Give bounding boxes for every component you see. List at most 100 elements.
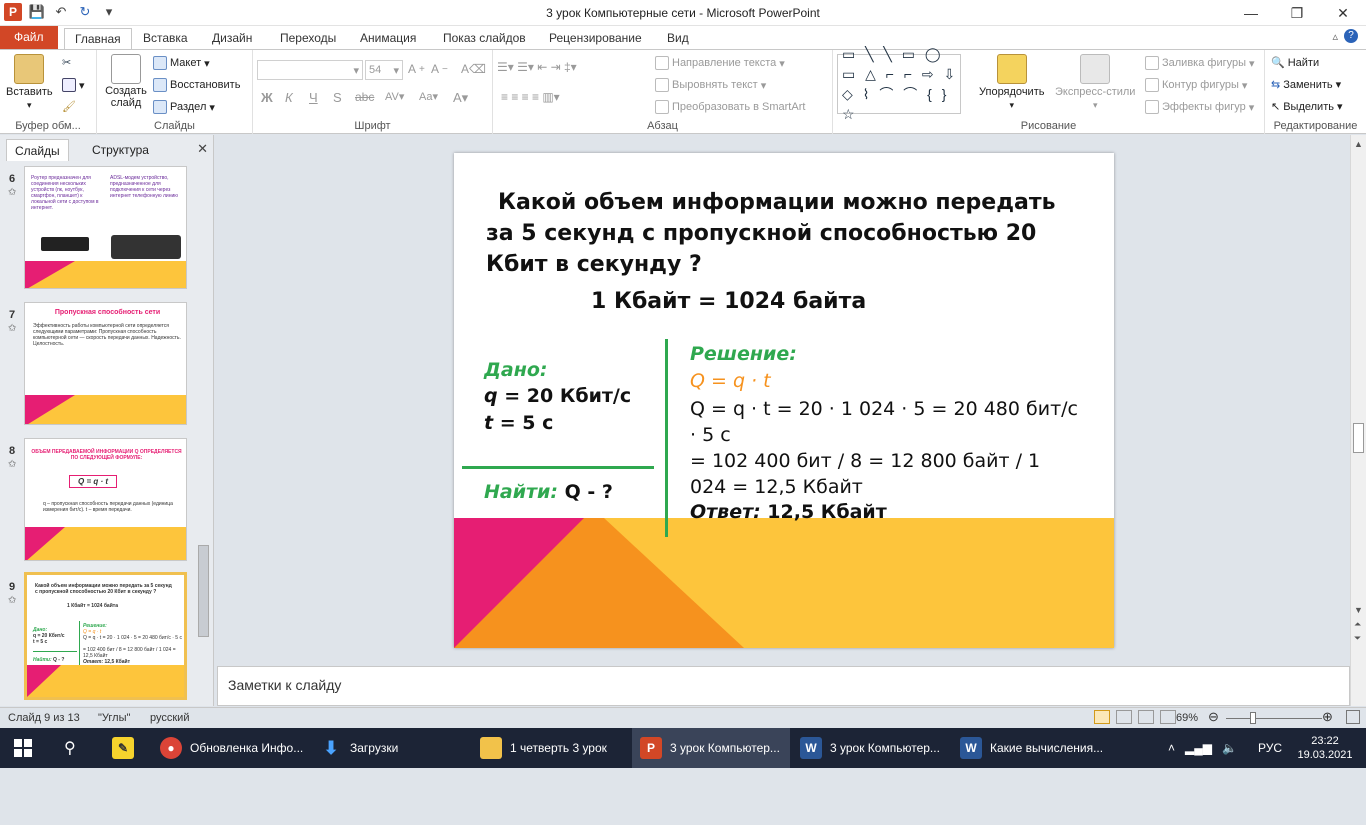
- close-icon[interactable]: ✕: [1320, 0, 1366, 26]
- reading-view-icon[interactable]: [1138, 710, 1154, 724]
- smartart-button[interactable]: Преобразовать в SmartArt: [655, 100, 805, 114]
- keyboard-language[interactable]: РУС: [1258, 728, 1298, 768]
- close-pane-icon[interactable]: ✕: [197, 141, 208, 157]
- underline-button[interactable]: Ч: [309, 90, 318, 105]
- notes-area[interactable]: Заметки к слайду: [217, 666, 1350, 706]
- sticky-notes-button[interactable]: ✎: [104, 728, 148, 768]
- pane-scroll-thumb[interactable]: [198, 545, 209, 637]
- slide-scroll-thumb[interactable]: [1353, 423, 1364, 453]
- tab-slideshow[interactable]: Показ слайдов: [433, 28, 536, 49]
- network-icon[interactable]: ▂▄▆: [1185, 741, 1212, 755]
- clock[interactable]: 23:22 19.03.2021: [1294, 728, 1356, 768]
- theme-name[interactable]: "Углы": [98, 712, 130, 724]
- volume-icon[interactable]: 🔈: [1222, 741, 1237, 755]
- font-size-select[interactable]: 54 ▾: [365, 60, 403, 80]
- find-button[interactable]: 🔍 Найти: [1271, 56, 1319, 70]
- tab-view[interactable]: Вид: [657, 28, 699, 49]
- start-button[interactable]: [6, 728, 50, 768]
- outline-icon: [1145, 78, 1159, 92]
- previous-slide-icon[interactable]: ⏶: [1354, 619, 1361, 630]
- align-buttons[interactable]: ≡ ≡ ≡ ≡ ▥▾: [501, 90, 560, 104]
- zoom-slider[interactable]: [1226, 718, 1322, 719]
- taskbar-item-chrome[interactable]: ● Обновленка Инфо...: [152, 728, 310, 768]
- copy-icon: [62, 78, 76, 92]
- zoom-slider-handle[interactable]: [1250, 712, 1256, 724]
- zoom-in-icon[interactable]: ⊕: [1322, 709, 1333, 725]
- section-button[interactable]: Раздел ▾: [153, 100, 215, 114]
- tab-outline[interactable]: Структура: [84, 139, 157, 161]
- slide-number: 8: [9, 445, 16, 457]
- text-direction-icon: [655, 56, 669, 70]
- search-icon[interactable]: ⚲: [56, 728, 96, 768]
- format-painter-button[interactable]: 🖌: [62, 100, 76, 113]
- copy-button[interactable]: ▾: [62, 78, 85, 92]
- zoom-out-icon[interactable]: ⊖: [1208, 709, 1219, 725]
- collapse-ribbon-icon[interactable]: ▵: [1332, 30, 1338, 43]
- taskbar-item-word-1[interactable]: W3 урок Компьютер...: [792, 728, 950, 768]
- tab-home[interactable]: Главная: [64, 28, 132, 49]
- help-icon[interactable]: ?: [1344, 29, 1358, 43]
- bold-button[interactable]: Ж: [261, 90, 273, 105]
- given-t: t = 5 с: [484, 412, 554, 434]
- italic-button[interactable]: К: [285, 90, 293, 105]
- quick-styles-icon: [1080, 54, 1111, 84]
- shape-outline-button[interactable]: Контур фигуры ▾: [1145, 78, 1247, 92]
- tab-insert[interactable]: Вставка: [133, 28, 198, 49]
- clear-format-button[interactable]: A⌫: [461, 62, 486, 76]
- chevron-down-icon: ▾: [27, 100, 32, 110]
- tab-design[interactable]: Дизайн: [202, 28, 262, 49]
- strikethrough-button[interactable]: abc: [355, 90, 374, 104]
- slide-thumbnail-6[interactable]: Роутер предназначен для соединения неско…: [24, 166, 187, 289]
- replace-button[interactable]: ⇆ Заменить ▾: [1271, 78, 1341, 92]
- cut-button[interactable]: ✂: [62, 56, 71, 69]
- select-button[interactable]: ↖ Выделить ▾: [1271, 100, 1343, 114]
- tab-transitions[interactable]: Переходы: [270, 28, 346, 49]
- minimize-icon[interactable]: —: [1228, 0, 1274, 26]
- taskbar-item-downloads[interactable]: ⬇ Загрузки: [312, 728, 470, 768]
- align-text-button[interactable]: Выровнять текст ▾: [655, 78, 766, 92]
- language-indicator[interactable]: русский: [150, 712, 189, 724]
- shape-fill-button[interactable]: Заливка фигуры ▾: [1145, 56, 1255, 70]
- text-direction-button[interactable]: Направление текста ▾: [655, 56, 785, 70]
- arrange-button[interactable]: Упорядочить ▾: [979, 54, 1044, 111]
- tab-animation[interactable]: Анимация: [350, 28, 426, 49]
- status-bar: Слайд 9 из 13 "Углы" русский 69% ⊖ ⊕: [0, 707, 1366, 728]
- fit-slide-icon[interactable]: [1346, 710, 1360, 724]
- scroll-down-icon[interactable]: ▼: [1354, 605, 1363, 615]
- taskbar-item-word-2[interactable]: W Какие вычисления...: [952, 728, 1110, 768]
- zoom-level[interactable]: 69%: [1176, 712, 1198, 724]
- slideshow-icon[interactable]: [1160, 710, 1176, 724]
- slide-thumbnail-8[interactable]: ОБЪЕМ ПЕРЕДАВАЕМОЙ ИНФОРМАЦИИ Q ОПРЕДЕЛЯ…: [24, 438, 187, 561]
- next-slide-icon[interactable]: ⏷: [1354, 633, 1361, 644]
- slide-scrollbar[interactable]: ▲ ▼ ⏶ ⏷: [1350, 135, 1366, 706]
- paste-button[interactable]: Вставить ▾: [6, 54, 53, 111]
- bullets-button[interactable]: ☰▾ ☰▾ ⇤ ⇥ ‡▾: [497, 60, 577, 74]
- taskbar-item-folder[interactable]: 1 четверть 3 урок: [472, 728, 630, 768]
- smartart-icon: [655, 100, 669, 114]
- normal-view-icon[interactable]: [1094, 710, 1110, 724]
- shapes-gallery[interactable]: ▭ ╲ ╲ ▭ ◯ ▭ △ ⌐ ⌐ ⇨ ⇩ ◇ ⌇ ⌒ ⌒ { } ☆: [837, 46, 961, 122]
- shadow-button[interactable]: S: [333, 90, 342, 105]
- scroll-up-icon[interactable]: ▲: [1354, 139, 1363, 149]
- tab-review[interactable]: Рецензирование: [539, 28, 652, 49]
- current-slide[interactable]: Какой объем информации можно передать за…: [454, 153, 1114, 648]
- new-slide-button[interactable]: Создать слайд: [103, 54, 149, 109]
- tab-file[interactable]: Файл: [0, 26, 58, 49]
- reset-button[interactable]: Восстановить: [153, 78, 240, 92]
- slide-thumbnail-7[interactable]: Пропускная способность сети Эффективност…: [24, 302, 187, 425]
- slide-thumbnail-9[interactable]: Какой объем информации можно передать за…: [24, 572, 187, 700]
- tab-slides[interactable]: Слайды: [6, 139, 69, 161]
- shrink-font-button[interactable]: A −: [431, 62, 448, 76]
- shape-effects-button[interactable]: Эффекты фигур ▾: [1145, 100, 1254, 114]
- font-color-button[interactable]: A▾: [453, 90, 468, 106]
- font-family-select[interactable]: ▾: [257, 60, 363, 80]
- maximize-icon[interactable]: ❐: [1274, 0, 1320, 26]
- case-button[interactable]: Aa▾: [419, 90, 438, 103]
- layout-button[interactable]: Макет ▾: [153, 56, 210, 70]
- chevron-up-icon[interactable]: ˄: [1168, 741, 1175, 755]
- taskbar-item-powerpoint[interactable]: P3 урок Компьютер...: [632, 728, 790, 768]
- quick-styles-button[interactable]: Экспресс-стили ▾: [1055, 54, 1135, 111]
- grow-font-button[interactable]: A +: [408, 62, 425, 76]
- slide-sorter-icon[interactable]: [1116, 710, 1132, 724]
- spacing-button[interactable]: AV▾: [385, 90, 404, 103]
